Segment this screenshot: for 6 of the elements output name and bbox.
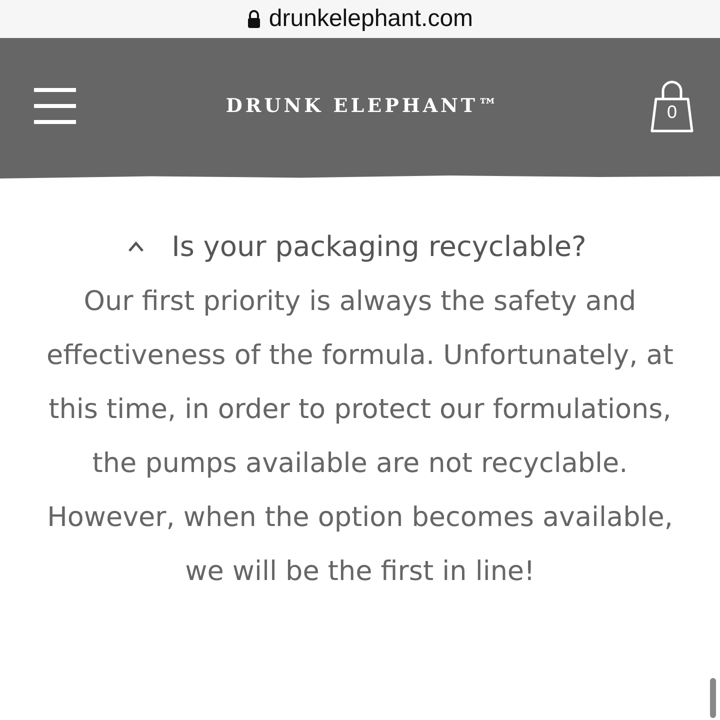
- scroll-bar: [710, 676, 716, 720]
- lock-icon: [246, 10, 261, 28]
- menu-icon[interactable]: [34, 88, 76, 124]
- faq-question[interactable]: Is your packaging recyclable?: [24, 230, 690, 263]
- site-logo[interactable]: DRUNK ELEPHANT™: [226, 95, 500, 117]
- faq-answer: Our first priority is always the safety and effectiveness of the formula. Unfortunately, at this time, in order to protect our formulations, the pumps available are not recyclable. However, when the option becomes available, we will be the first in line!: [46, 285, 674, 589]
